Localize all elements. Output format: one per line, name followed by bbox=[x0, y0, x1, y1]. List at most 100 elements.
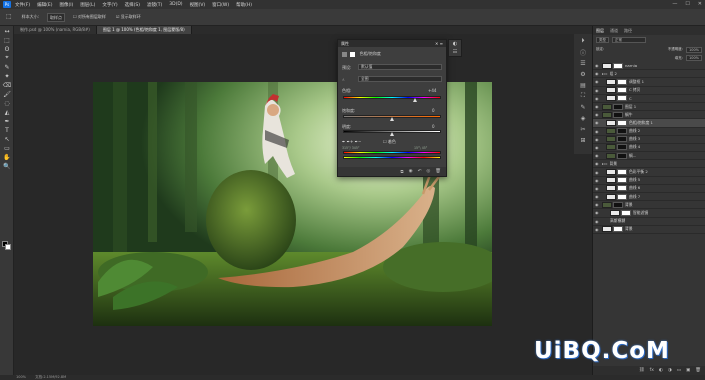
layer-row[interactable]: ◉ 背景 bbox=[593, 226, 705, 234]
channel-select[interactable]: 全图 bbox=[358, 76, 442, 82]
dock-panel-icon[interactable]: ⏵ bbox=[578, 37, 588, 45]
layers-footer-icon[interactable]: ⛓ bbox=[639, 368, 645, 373]
layer-mask-thumbnail[interactable] bbox=[617, 95, 627, 102]
visibility-eye-icon[interactable]: ◉ bbox=[595, 210, 600, 215]
dock-panel-icon[interactable]: ⛶ bbox=[578, 92, 588, 100]
dock-panel-icon[interactable]: ⚙ bbox=[578, 70, 588, 78]
dock-panel-icon[interactable]: ✎ bbox=[578, 103, 588, 111]
visibility-eye-icon[interactable]: ◉ bbox=[595, 186, 600, 191]
layer-mask-thumbnail[interactable] bbox=[617, 78, 627, 85]
opacity-input[interactable]: 100% bbox=[685, 46, 702, 53]
lightness-value[interactable]: 0 bbox=[432, 124, 435, 129]
layer-mask-thumbnail[interactable] bbox=[617, 119, 627, 126]
properties-footer-icon[interactable]: ◎ bbox=[426, 169, 430, 174]
layer-row[interactable]: ◉ 蜗... bbox=[593, 152, 705, 161]
layer-row[interactable]: ◉ 曲线 3 bbox=[593, 136, 705, 144]
visibility-eye-icon[interactable]: ◉ bbox=[595, 96, 600, 101]
layers-footer-icon[interactable]: fx bbox=[650, 368, 654, 373]
dock-panel-icon[interactable]: ⓘ bbox=[578, 48, 588, 57]
eyedropper-icons[interactable]: ✒ ✒+ ✒− bbox=[342, 139, 361, 144]
properties-footer-icon[interactable]: ⧉ bbox=[400, 169, 403, 175]
fill-input[interactable]: 100% bbox=[685, 55, 702, 61]
layer-filter-select[interactable]: 类型 bbox=[596, 37, 609, 43]
layer-row[interactable]: ◉ 色相/饱和度 1 bbox=[593, 119, 705, 128]
menu-item[interactable]: 编辑(E) bbox=[37, 2, 52, 8]
visibility-eye-icon[interactable]: ◉ bbox=[595, 219, 600, 224]
menu-item[interactable]: 图像(I) bbox=[59, 2, 73, 8]
layers-panel-tab[interactable]: 图层 bbox=[596, 28, 604, 34]
tool-button[interactable]: ✎ bbox=[2, 63, 12, 71]
visibility-eye-icon[interactable]: ◉ bbox=[595, 120, 600, 125]
layer-mask-thumbnail[interactable] bbox=[617, 193, 627, 200]
dock-panel-icon[interactable]: ◈ bbox=[578, 114, 588, 122]
mask-icon[interactable] bbox=[350, 51, 356, 57]
tool-button[interactable]: ◌ bbox=[2, 99, 12, 107]
visibility-eye-icon[interactable]: ◉ bbox=[595, 178, 600, 183]
tool-button[interactable]: ✋ bbox=[2, 153, 12, 161]
layer-row[interactable]: ◉ C 拷贝 bbox=[593, 87, 705, 95]
layer-row[interactable]: ◉ 色彩平衡 2 bbox=[593, 168, 705, 177]
tool-button[interactable]: ⌖ bbox=[2, 54, 12, 62]
properties-header[interactable]: 属性 ✕ ≡ bbox=[338, 40, 446, 47]
menu-item[interactable]: 选择(S) bbox=[125, 2, 140, 8]
layer-row[interactable]: ◉ 图层 1 bbox=[593, 103, 705, 112]
layer-row[interactable]: ◉ ▸▭ 组 2 bbox=[593, 70, 705, 79]
tool-button[interactable]: T bbox=[2, 126, 12, 134]
blend-mode-select[interactable]: 正常 bbox=[612, 37, 646, 43]
visibility-eye-icon[interactable]: ◉ bbox=[595, 112, 600, 117]
menu-item[interactable]: 3D(D) bbox=[169, 2, 182, 8]
layer-mask-thumbnail[interactable] bbox=[613, 103, 623, 110]
layer-mask-thumbnail[interactable] bbox=[613, 201, 623, 208]
visibility-eye-icon[interactable]: ◉ bbox=[595, 129, 600, 134]
adjustments-icon[interactable]: ◐ bbox=[449, 40, 461, 48]
background-color-swatch[interactable] bbox=[5, 244, 11, 250]
visibility-eye-icon[interactable]: ◉ bbox=[595, 137, 600, 142]
layer-row[interactable]: ◉ 高斯模糊 bbox=[593, 218, 705, 226]
sample-all-layers-checkbox[interactable]: ☐ 对所有图层取样 bbox=[71, 13, 108, 22]
tool-button[interactable]: ✦ bbox=[2, 72, 12, 80]
visibility-eye-icon[interactable]: ◉ bbox=[595, 63, 600, 68]
layer-mask-thumbnail[interactable] bbox=[617, 177, 627, 184]
menu-item[interactable]: 视图(V) bbox=[190, 2, 206, 8]
tool-button[interactable]: ⌫ bbox=[2, 81, 12, 89]
menu-item[interactable]: 文字(Y) bbox=[102, 2, 117, 8]
layers-footer-icon[interactable]: 🗑 bbox=[695, 368, 701, 373]
visibility-eye-icon[interactable]: ◉ bbox=[595, 145, 600, 150]
folder-icon[interactable]: ▸▭ bbox=[602, 161, 608, 166]
layers-footer-icon[interactable]: ◐ bbox=[659, 368, 663, 373]
tool-button[interactable]: ʘ bbox=[2, 45, 12, 53]
tool-button[interactable]: ↖ bbox=[2, 135, 12, 143]
visibility-eye-icon[interactable]: ◉ bbox=[595, 202, 600, 207]
layers-footer-icon[interactable]: ◑ bbox=[668, 368, 672, 373]
layer-mask-thumbnail[interactable] bbox=[617, 152, 627, 159]
properties-footer-icon[interactable]: 🗑 bbox=[435, 169, 441, 174]
layer-mask-thumbnail[interactable] bbox=[617, 87, 627, 94]
visibility-eye-icon[interactable]: ◉ bbox=[595, 227, 600, 232]
visibility-eye-icon[interactable]: ◉ bbox=[595, 170, 600, 175]
layer-row[interactable]: ◉ 曲线 5 bbox=[593, 177, 705, 185]
properties-panel[interactable]: 属性 ✕ ≡ 色相/饱和度 预设: 默认值 ☝ 全图 色相: +44 饱和度: … bbox=[337, 39, 447, 177]
layer-mask-thumbnail[interactable] bbox=[621, 209, 631, 216]
visibility-eye-icon[interactable]: ◉ bbox=[595, 161, 600, 166]
layer-mask-thumbnail[interactable] bbox=[617, 136, 627, 143]
menu-item[interactable]: 帮助(H) bbox=[236, 2, 252, 8]
preset-select[interactable]: 默认值 bbox=[358, 64, 442, 70]
properties-footer-icon[interactable]: ↶ bbox=[418, 169, 422, 174]
properties-close-icon[interactable]: ✕ ≡ bbox=[435, 40, 443, 47]
menu-item[interactable]: 文件(F) bbox=[15, 2, 30, 8]
folder-icon[interactable]: ▸▭ bbox=[602, 71, 608, 76]
channel-hand-icon[interactable]: ☝ bbox=[342, 77, 344, 82]
eyedropper-tool-icon[interactable]: ⬚ bbox=[4, 13, 14, 22]
layer-mask-thumbnail[interactable] bbox=[617, 128, 627, 135]
visibility-eye-icon[interactable]: ◉ bbox=[595, 194, 600, 199]
layer-row[interactable]: ◉ 曲线 6 bbox=[593, 185, 705, 193]
hue-slider-handle[interactable] bbox=[412, 98, 417, 102]
maximize-button[interactable]: ☐ bbox=[685, 1, 689, 7]
colorize-checkbox[interactable]: ☐ 着色 bbox=[383, 139, 396, 145]
layers-panel-tab[interactable]: 路径 bbox=[624, 28, 632, 34]
layers-footer-icon[interactable]: ▣ bbox=[686, 368, 690, 373]
layer-mask-thumbnail[interactable] bbox=[613, 62, 623, 69]
tool-button[interactable]: ◭ bbox=[2, 108, 12, 116]
layer-row[interactable]: ◉ 蜗牛 bbox=[593, 111, 705, 120]
layer-row[interactable]: ◉ 背景 bbox=[593, 201, 705, 210]
